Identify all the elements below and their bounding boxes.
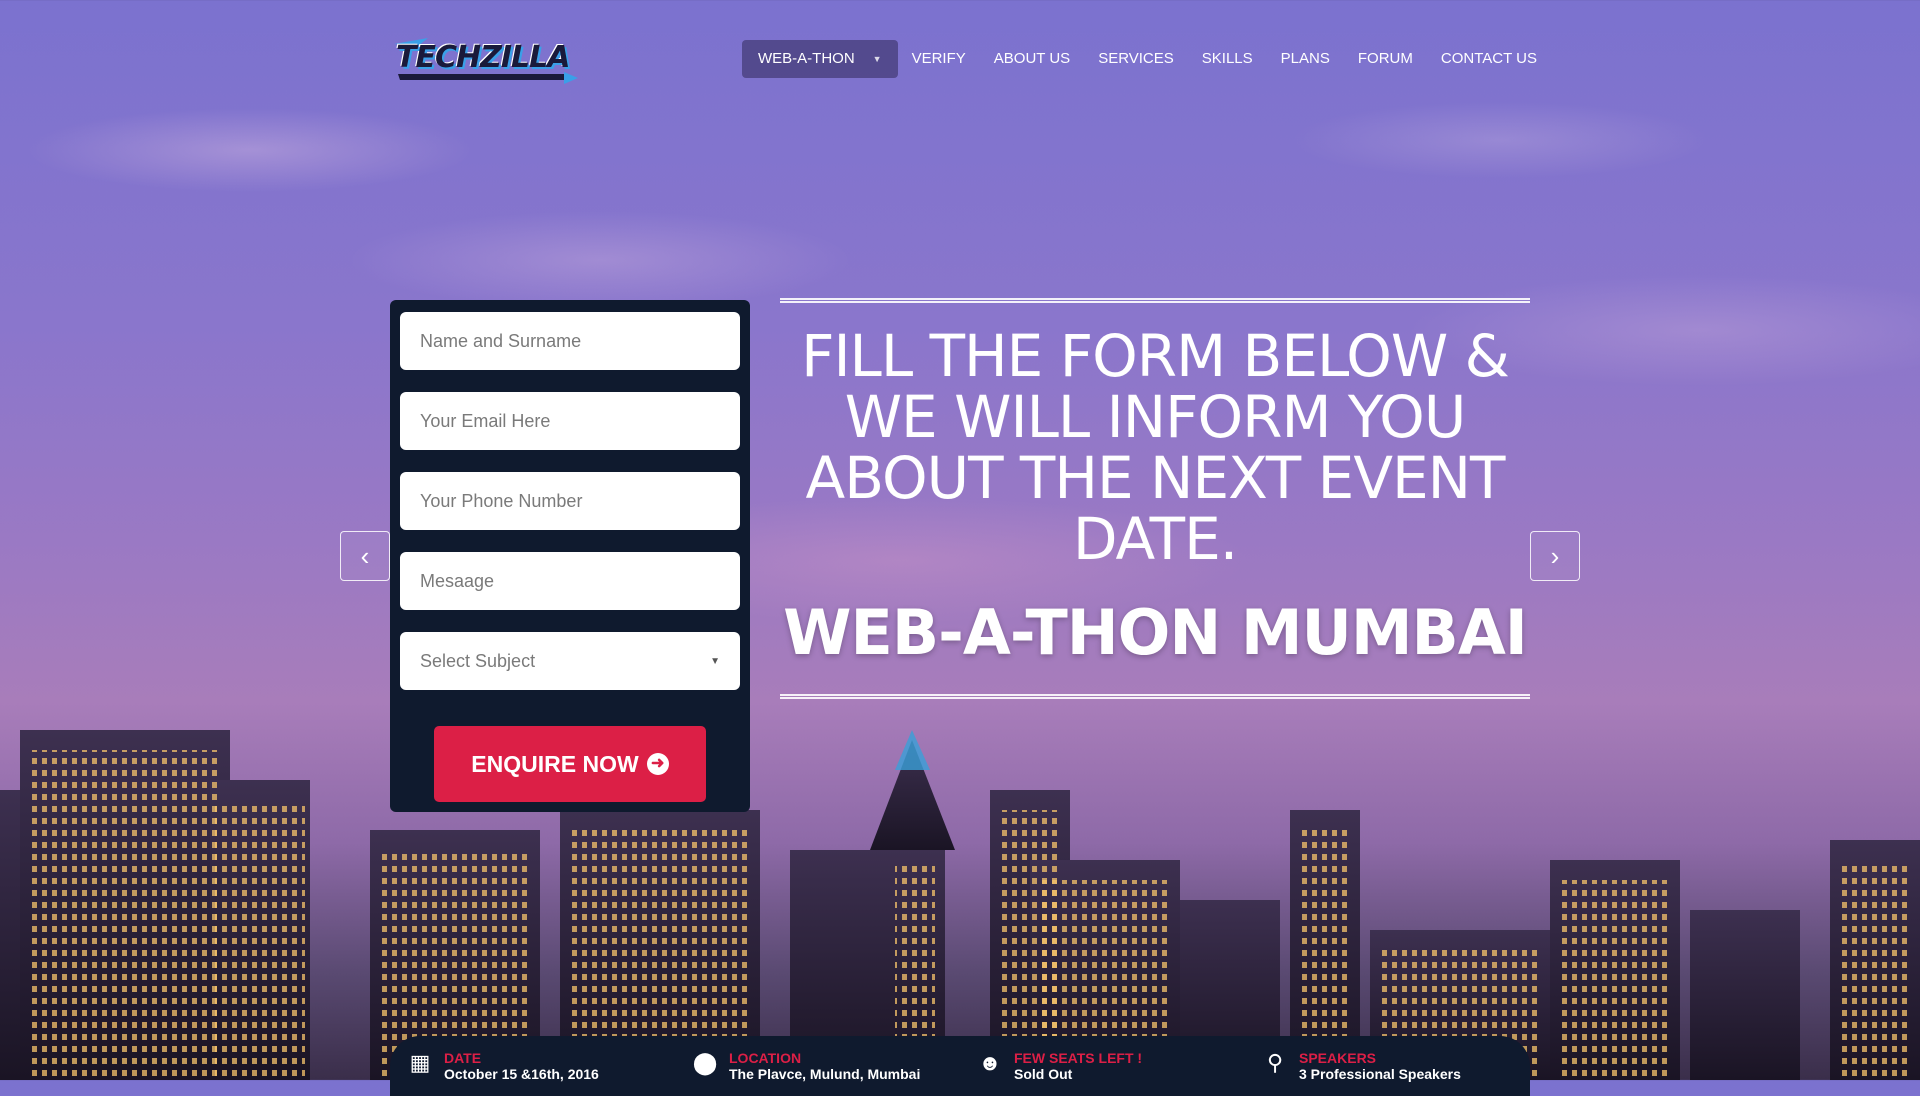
nav-item-plans[interactable]: PLANS xyxy=(1267,40,1344,78)
chevron-down-icon: ▼ xyxy=(872,54,882,64)
map-marker-icon: ⬤ xyxy=(692,1050,718,1075)
info-label: SPEAKERS xyxy=(1299,1050,1377,1066)
subject-select-value: Select Subject xyxy=(420,650,536,671)
main-nav: WEB-A-THON ▼ VERIFY ABOUT US SERVICES SK… xyxy=(742,40,1551,78)
chevron-right-icon: › xyxy=(1550,540,1560,571)
nav-item-verify[interactable]: VERIFY xyxy=(898,40,980,78)
logo-text: TECHZILLA xyxy=(396,40,570,75)
info-date: ▦ DATE October 15 &16th, 2016 xyxy=(390,1036,675,1096)
info-label: FEW SEATS LEFT ! xyxy=(1014,1050,1143,1066)
nav-item-contact-us[interactable]: CONTACT US xyxy=(1427,40,1551,78)
chevron-down-icon: ▼ xyxy=(710,655,720,667)
hero-title: WEB-A-THON MUMBAI xyxy=(783,596,1528,669)
techzilla-logo[interactable]: TECHZILLA xyxy=(388,34,578,86)
info-speakers: ⚲ SPEAKERS 3 Professional Speakers xyxy=(1245,1036,1530,1096)
phone-field[interactable] xyxy=(400,472,740,530)
slider-next-button[interactable]: › xyxy=(1530,531,1580,581)
name-field[interactable] xyxy=(400,312,740,370)
info-label: LOCATION xyxy=(729,1050,802,1066)
info-location: ⬤ LOCATION The Plavce, Mulund, Mumbai xyxy=(675,1036,960,1096)
email-field[interactable] xyxy=(400,392,740,450)
hero-divider-bottom xyxy=(780,694,1530,699)
slider-prev-button[interactable]: ‹ xyxy=(340,531,390,581)
nav-item-services[interactable]: SERVICES xyxy=(1084,40,1188,78)
chevron-left-icon: ‹ xyxy=(360,540,370,571)
enquire-now-button[interactable]: ENQUIRE NOW ➜ xyxy=(434,726,706,802)
arrow-circle-right-icon: ➜ xyxy=(646,753,669,775)
message-field[interactable] xyxy=(400,552,740,610)
users-icon: ☻ xyxy=(978,1050,1002,1075)
calendar-icon: ▦ xyxy=(409,1050,431,1075)
enquire-now-label: ENQUIRE NOW xyxy=(471,750,639,777)
hero-divider-top xyxy=(780,298,1530,303)
nav-item-label: WEB-A-THON xyxy=(758,50,855,67)
nav-item-web-a-thon[interactable]: WEB-A-THON ▼ xyxy=(742,40,898,78)
hero-subtitle: FILL THE FORM BELOW & WE WILL INFORM YOU… xyxy=(801,322,1510,573)
nav-item-skills[interactable]: SKILLS xyxy=(1188,40,1267,78)
microphone-icon: ⚲ xyxy=(1266,1050,1284,1075)
event-info-bar: ▦ DATE October 15 &16th, 2016 ⬤ LOCATION… xyxy=(390,1036,1530,1096)
info-seats: ☻ FEW SEATS LEFT ! Sold Out xyxy=(960,1036,1245,1096)
nav-item-forum[interactable]: FORUM xyxy=(1344,40,1427,78)
enquiry-form: Select Subject ▼ ENQUIRE NOW ➜ xyxy=(390,300,750,812)
nav-item-about-us[interactable]: ABOUT US xyxy=(980,40,1084,78)
subject-select[interactable]: Select Subject ▼ xyxy=(400,632,740,690)
city-skyline-image xyxy=(0,730,1920,1080)
info-label: DATE xyxy=(444,1050,482,1066)
